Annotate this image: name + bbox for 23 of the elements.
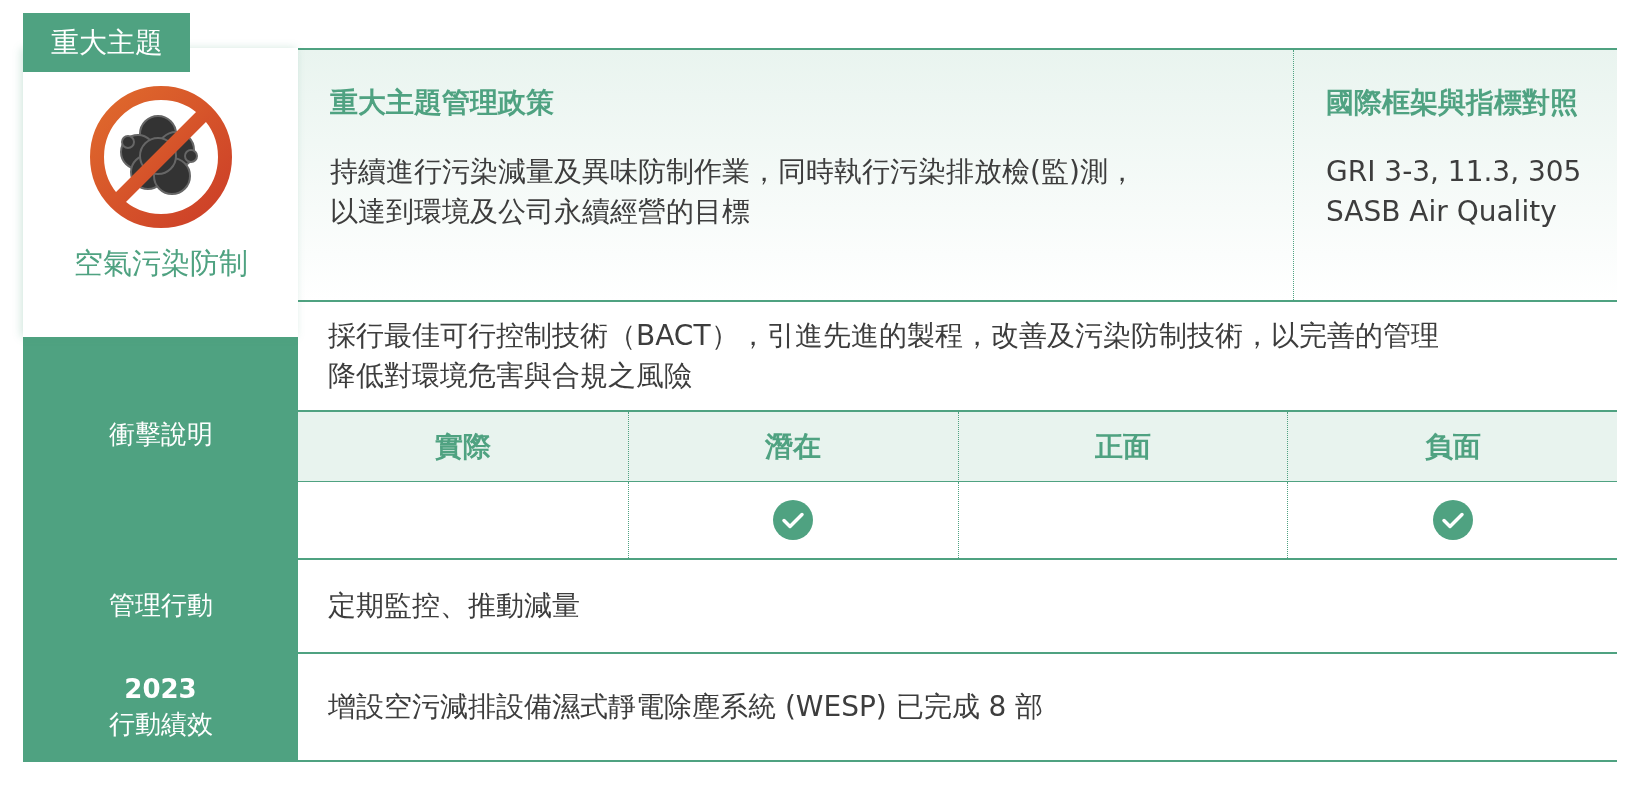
row-value: 定期監控、推動減量 (327, 588, 581, 624)
framework-heading: 國際框架與指標對照 (1326, 85, 1578, 121)
row-label: 2023 (124, 672, 197, 706)
impact-text: 降低對環境危害與合規之風險 (328, 358, 692, 394)
column-header: 潛在 (627, 412, 958, 482)
check-icon (773, 500, 814, 540)
policy-text: 以達到環境及公司永續經營的目標 (330, 194, 750, 230)
check-icon (1432, 500, 1473, 540)
row-label: 管理行動 (108, 589, 213, 623)
impact-text: 採行最佳可行控制技術（BACT），引進先進的製程，改善及污染防制技術，以完善的管理 (328, 318, 1439, 354)
row-label: 衝擊說明 (23, 337, 298, 558)
framework-text: GRI 3-3, 11.3, 305 (1326, 154, 1582, 190)
row-value: 增設空污減排設備濕式靜電除塵系統 (WESP) 已完成 8 部 (327, 689, 1045, 725)
topic-tag: 重大主題 (23, 13, 190, 72)
no-smoke-icon (87, 84, 234, 230)
topic-name: 空氣污染防制 (73, 245, 248, 282)
column-header: 正面 (957, 412, 1288, 482)
framework-text: SASB Air Quality (1326, 194, 1557, 230)
column-header: 負面 (1287, 412, 1617, 482)
policy-text: 持續進行污染減量及異味防制作業，同時執行污染排放檢(監)測， (330, 154, 1136, 190)
column-header: 實際 (298, 412, 628, 482)
policy-heading: 重大主題管理政策 (330, 85, 554, 121)
row-label: 行動績效 (108, 708, 213, 741)
